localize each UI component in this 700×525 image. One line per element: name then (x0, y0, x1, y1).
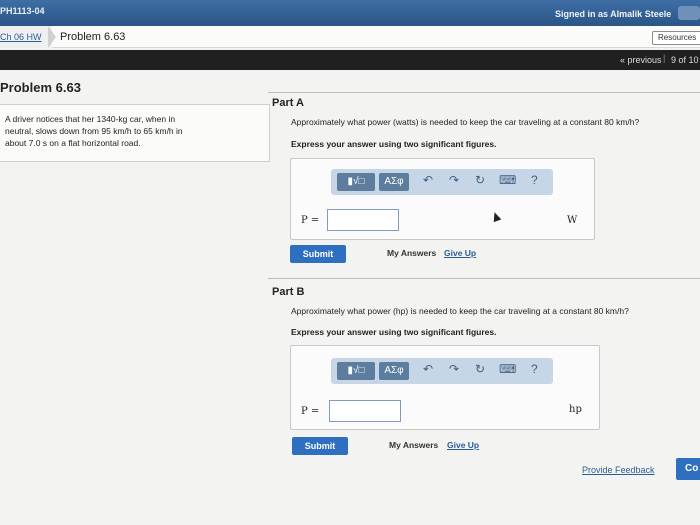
breadcrumb: Ch 06 HW Problem 6.63 Resources (0, 26, 700, 48)
provide-feedback-link[interactable]: Provide Feedback (582, 465, 655, 475)
part-b-submit-button[interactable]: Submit (292, 437, 348, 455)
templates-button[interactable]: ▮√□ (337, 173, 375, 191)
problem-position: 9 of 10 (671, 55, 699, 65)
page-title: Problem 6.63 (0, 80, 81, 95)
problem-statement: A driver notices that her 1340-kg car, w… (0, 104, 270, 162)
part-a-variable: P = (301, 215, 320, 226)
part-a-unit: W (567, 215, 578, 226)
resources-button[interactable]: Resources (652, 31, 700, 45)
part-a-answer-input[interactable] (327, 209, 399, 231)
part-b-answer-input[interactable] (329, 400, 401, 422)
part-b-variable: P = (301, 406, 320, 417)
part-b-answer-box: ▮√□ ΑΣφ ↶ ↷ ↻ ⌨ ? P = hp (290, 345, 600, 430)
keyboard-icon[interactable]: ⌨ (499, 362, 516, 376)
part-b-instruction: Express your answer using two significan… (291, 327, 497, 337)
part-b-my-answers-link[interactable]: My Answers (389, 440, 438, 450)
problem-text-line: neutral, slows down from 95 km/h to 65 k… (5, 126, 183, 136)
part-b-toolbar: ▮√□ ΑΣφ ↶ ↷ ↻ ⌨ ? (331, 358, 553, 384)
redo-icon[interactable]: ↷ (449, 173, 459, 187)
greek-symbols-button[interactable]: ΑΣφ (379, 362, 409, 380)
part-a-instruction: Express your answer using two significan… (291, 139, 497, 149)
problem-nav: « previous | 9 of 10 (0, 50, 700, 70)
breadcrumb-problem: Problem 6.63 (60, 31, 126, 43)
part-a-give-up-link[interactable]: Give Up (444, 248, 476, 258)
account-button[interactable] (678, 6, 700, 20)
part-b-give-up-link[interactable]: Give Up (447, 440, 479, 450)
undo-icon[interactable]: ↶ (423, 173, 433, 187)
part-a-question: Approximately what power (watts) is need… (291, 117, 640, 127)
help-icon[interactable]: ? (531, 173, 538, 187)
greek-symbols-button[interactable]: ΑΣφ (379, 173, 409, 191)
part-b-label[interactable]: Part B (272, 286, 304, 298)
keyboard-icon[interactable]: ⌨ (499, 173, 516, 187)
part-a-my-answers-link[interactable]: My Answers (387, 248, 436, 258)
divider (268, 278, 700, 279)
top-bar: PH1113-04 Signed in as Almalik Steele (0, 0, 700, 26)
part-a-label[interactable]: Part A (272, 97, 304, 109)
problem-text-line: A driver notices that her 1340-kg car, w… (5, 114, 176, 124)
breadcrumb-hw-link[interactable]: Ch 06 HW (0, 26, 52, 48)
part-a-toolbar: ▮√□ ΑΣφ ↶ ↷ ↻ ⌨ ? (331, 169, 553, 195)
breadcrumb-arrow-icon (48, 26, 56, 48)
part-a-answer-box: ▮√□ ΑΣφ ↶ ↷ ↻ ⌨ ? P = W (290, 158, 595, 240)
course-code: PH1113-04 (0, 6, 45, 16)
reset-icon[interactable]: ↻ (475, 362, 485, 376)
part-b-question: Approximately what power (hp) is needed … (291, 306, 629, 316)
part-a-submit-button[interactable]: Submit (290, 245, 346, 263)
signed-in-text[interactable]: Signed in as Almalik Steele (555, 9, 671, 19)
part-b-unit: hp (569, 404, 582, 415)
undo-icon[interactable]: ↶ (423, 362, 433, 376)
problem-text-line: about 7.0 s on a flat horizontal road. (5, 138, 141, 148)
templates-button[interactable]: ▮√□ (337, 362, 375, 380)
divider (268, 92, 700, 93)
help-icon[interactable]: ? (531, 362, 538, 376)
reset-icon[interactable]: ↻ (475, 173, 485, 187)
nav-separator: | (663, 53, 666, 63)
continue-button[interactable]: Co (676, 458, 700, 480)
previous-link[interactable]: « previous (620, 55, 662, 65)
redo-icon[interactable]: ↷ (449, 362, 459, 376)
